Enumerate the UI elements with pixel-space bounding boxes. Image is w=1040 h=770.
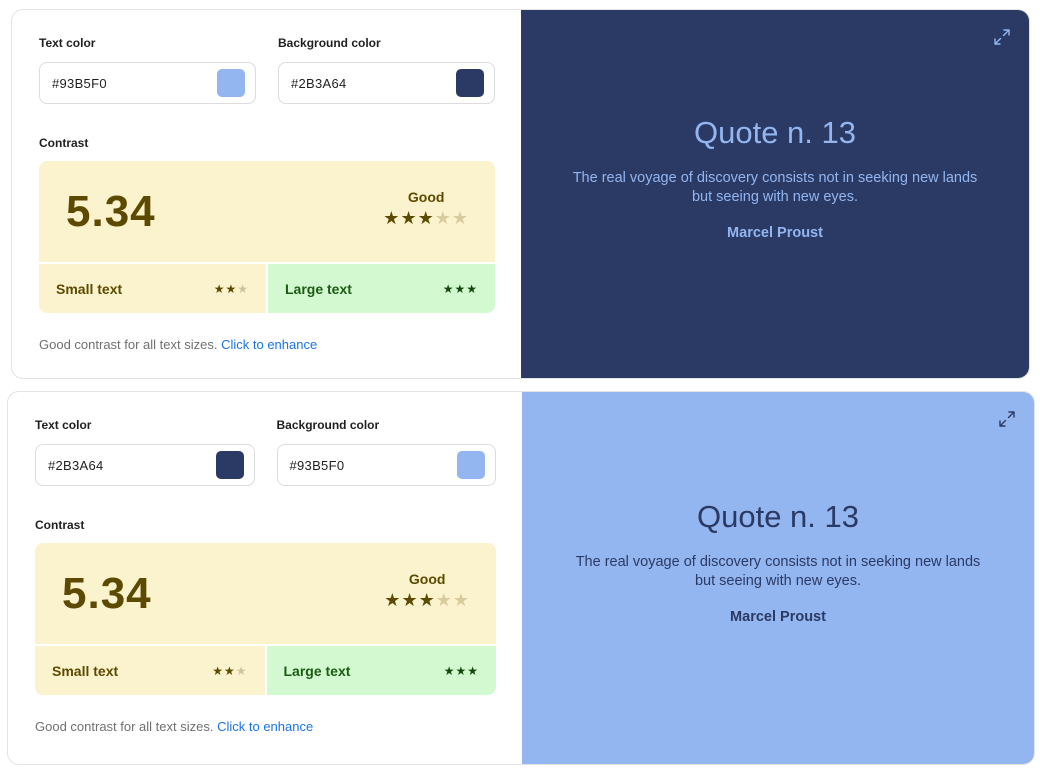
contrast-score-area: 5.34 Good ★★★★★ — [35, 543, 496, 644]
star-filled-icon: ★ — [400, 207, 418, 228]
rating-stars: ★★★★★ — [383, 209, 469, 227]
background-color-value[interactable]: #93B5F0 — [290, 458, 345, 473]
quote-text: The real voyage of discovery consists no… — [575, 554, 981, 589]
large-text-stars: ★★★ — [443, 282, 478, 296]
quote-title: Quote n. 13 — [693, 115, 856, 150]
enhance-link[interactable]: Click to enhance — [221, 337, 317, 352]
text-color-value[interactable]: #2B3A64 — [48, 458, 104, 473]
background-color-input[interactable]: #2B3A64 — [278, 62, 495, 104]
background-color-value[interactable]: #2B3A64 — [291, 76, 347, 91]
color-fields-row: Text color #93B5F0 Background color #2B3… — [39, 36, 495, 104]
color-settings-panel: Text color #93B5F0 Background color #2B3… — [12, 10, 521, 378]
expand-icon[interactable] — [998, 410, 1016, 428]
text-color-field: Text color #93B5F0 — [39, 36, 256, 104]
contrast-rating: Good ★★★★★ — [383, 189, 469, 227]
background-color-input[interactable]: #93B5F0 — [276, 444, 496, 486]
small-text-label: Small text — [52, 662, 119, 679]
quote-preview: Quote n. 13 The real voyage of discovery… — [521, 10, 1029, 378]
star-filled-icon: ★ — [212, 663, 224, 678]
text-color-swatch[interactable] — [217, 69, 245, 97]
footnote-text: Good contrast for all text sizes. — [35, 719, 214, 734]
quote-content: Quote n. 13 The real voyage of discovery… — [565, 115, 985, 241]
star-filled-icon: ★ — [466, 281, 478, 296]
text-color-input[interactable]: #93B5F0 — [39, 62, 256, 104]
star-filled-icon: ★ — [223, 663, 236, 678]
contrast-label: Contrast — [35, 518, 85, 532]
quote-preview: Quote n. 13 The real voyage of discovery… — [522, 392, 1034, 764]
quote-author: Marcel Proust — [730, 609, 826, 625]
rating-label: Good — [407, 188, 445, 205]
star-empty-icon: ★ — [451, 207, 469, 228]
background-color-field: Background color #2B3A64 — [278, 36, 495, 104]
quote-content: Quote n. 13 The real voyage of discovery… — [568, 499, 988, 625]
rating-stars: ★★★★★ — [384, 591, 470, 609]
quote-title: Quote n. 13 — [696, 499, 859, 534]
small-text-stars: ★★★ — [212, 664, 247, 678]
star-empty-icon: ★ — [235, 663, 248, 678]
star-filled-icon: ★ — [383, 207, 401, 228]
star-filled-icon: ★ — [213, 281, 226, 296]
star-filled-icon: ★ — [443, 663, 456, 678]
star-filled-icon: ★ — [417, 207, 435, 228]
contrast-score: 5.34 — [62, 568, 152, 618]
large-text-label: Large text — [285, 280, 352, 297]
text-color-label: Text color — [35, 418, 92, 432]
star-empty-icon: ★ — [452, 589, 470, 610]
contrast-score-area: 5.34 Good ★★★★★ — [39, 161, 495, 262]
star-filled-icon: ★ — [384, 589, 402, 610]
text-color-label: Text color — [39, 36, 96, 50]
contrast-box: 5.34 Good ★★★★★ Small text ★★★ Large tex… — [39, 161, 495, 313]
star-filled-icon: ★ — [418, 589, 436, 610]
star-empty-icon: ★ — [237, 281, 249, 296]
small-text-rating: Small text ★★★ — [39, 262, 268, 313]
footnote-text: Good contrast for all text sizes. — [39, 337, 218, 352]
star-filled-icon: ★ — [442, 281, 455, 296]
contrast-card-1: Text color #93B5F0 Background color #2B3… — [11, 9, 1030, 379]
enhance-link[interactable]: Click to enhance — [217, 719, 313, 734]
text-color-value[interactable]: #93B5F0 — [52, 76, 107, 91]
quote-author: Marcel Proust — [727, 225, 823, 241]
contrast-score: 5.34 — [66, 186, 156, 236]
background-color-label: Background color — [278, 36, 381, 50]
small-text-label: Small text — [56, 280, 123, 297]
background-color-swatch[interactable] — [456, 69, 484, 97]
star-filled-icon: ★ — [455, 663, 468, 678]
rating-label: Good — [408, 570, 446, 587]
text-size-row: Small text ★★★ Large text ★★★ — [39, 262, 495, 313]
text-size-row: Small text ★★★ Large text ★★★ — [35, 644, 496, 695]
background-color-field: Background color #93B5F0 — [276, 418, 496, 486]
contrast-label: Contrast — [39, 136, 89, 150]
text-color-swatch[interactable] — [215, 451, 244, 479]
contrast-box: 5.34 Good ★★★★★ Small text ★★★ Large tex… — [35, 543, 496, 695]
expand-icon[interactable] — [993, 28, 1011, 46]
color-settings-panel: Text color #2B3A64 Background color #93B… — [8, 392, 522, 764]
color-fields-row: Text color #2B3A64 Background color #93B… — [35, 418, 496, 486]
star-empty-icon: ★ — [435, 589, 453, 610]
star-filled-icon: ★ — [467, 663, 479, 678]
star-empty-icon: ★ — [434, 207, 452, 228]
contrast-card-2: Text color #2B3A64 Background color #93B… — [7, 391, 1035, 765]
star-filled-icon: ★ — [401, 589, 419, 610]
contrast-footnote: Good contrast for all text sizes. Click … — [35, 719, 496, 734]
large-text-stars: ★★★ — [444, 664, 479, 678]
small-text-rating: Small text ★★★ — [35, 644, 267, 695]
text-color-field: Text color #2B3A64 — [35, 418, 255, 486]
star-filled-icon: ★ — [454, 281, 467, 296]
quote-text: The real voyage of discovery consists no… — [572, 170, 978, 205]
text-color-input[interactable]: #2B3A64 — [35, 444, 255, 486]
large-text-rating: Large text ★★★ — [266, 644, 496, 695]
star-filled-icon: ★ — [225, 281, 238, 296]
background-color-swatch[interactable] — [457, 451, 485, 479]
contrast-footnote: Good contrast for all text sizes. Click … — [39, 337, 495, 352]
contrast-rating: Good ★★★★★ — [384, 571, 470, 609]
small-text-stars: ★★★ — [214, 282, 249, 296]
large-text-rating: Large text ★★★ — [268, 262, 495, 313]
large-text-label: Large text — [283, 662, 351, 679]
background-color-label: Background color — [276, 418, 380, 432]
